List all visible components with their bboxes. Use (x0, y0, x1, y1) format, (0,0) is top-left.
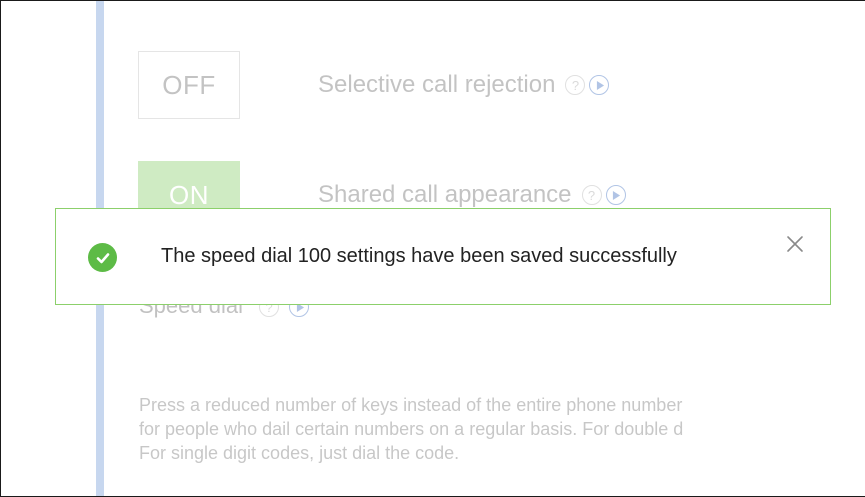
selective-call-rejection-toggle[interactable]: OFF (138, 51, 240, 119)
toast-message: The speed dial 100 settings have been sa… (161, 245, 677, 267)
feature-row-selective-call-rejection: OFF Selective call rejection ? (138, 51, 610, 119)
settings-panel: OFF Selective call rejection ? ON Shared… (0, 0, 865, 497)
speed-dial-description: Press a reduced number of keys instead o… (139, 393, 865, 465)
close-icon[interactable] (786, 235, 806, 255)
play-circle-icon[interactable] (589, 75, 610, 95)
success-toast: The speed dial 100 settings have been sa… (55, 208, 831, 305)
description-line: For single digit codes, just dial the co… (139, 443, 460, 463)
check-circle-icon (88, 243, 117, 272)
question-circle-icon[interactable]: ? (565, 75, 586, 95)
selective-call-rejection-label: Selective call rejection (318, 71, 556, 98)
shared-call-appearance-label: Shared call appearance (318, 181, 572, 208)
description-line: Press a reduced number of keys instead o… (139, 395, 683, 415)
question-circle-icon[interactable]: ? (581, 185, 602, 205)
description-line: for people who dail certain numbers on a… (139, 419, 684, 439)
play-circle-icon[interactable] (605, 185, 626, 205)
